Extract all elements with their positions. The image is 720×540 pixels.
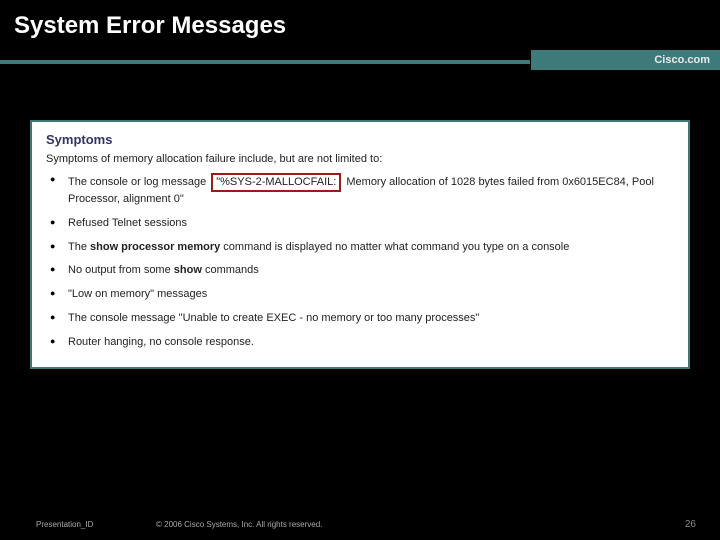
list-item: No output from some show commands bbox=[64, 263, 674, 278]
copyright-text: © 2006 Cisco Systems, Inc. All rights re… bbox=[156, 520, 685, 529]
header-rule: Cisco.com bbox=[0, 50, 720, 76]
list-text: command is displayed no matter what comm… bbox=[220, 241, 569, 253]
section-title: Symptoms bbox=[46, 132, 674, 147]
presentation-id: Presentation_ID bbox=[36, 520, 156, 529]
list-text: commands bbox=[202, 264, 259, 276]
highlight-box: "%SYS-2-MALLOCFAIL: bbox=[211, 173, 341, 192]
symptom-list: The console or log message "%SYS-2-MALLO… bbox=[46, 173, 674, 350]
list-item: The console message "Unable to create EX… bbox=[64, 311, 674, 326]
list-item: Router hanging, no console response. bbox=[64, 335, 674, 350]
command-text: show processor memory bbox=[90, 241, 220, 253]
brand-bar: Cisco.com bbox=[530, 50, 720, 70]
intro-text: Symptoms of memory allocation failure in… bbox=[46, 153, 674, 165]
content-panel: Symptoms Symptoms of memory allocation f… bbox=[30, 120, 690, 369]
list-item: The show processor memory command is dis… bbox=[64, 240, 674, 255]
footer: Presentation_ID © 2006 Cisco Systems, In… bbox=[0, 519, 720, 530]
list-text: The bbox=[68, 241, 90, 253]
list-item: The console or log message "%SYS-2-MALLO… bbox=[64, 173, 674, 207]
list-text: No output from some bbox=[68, 264, 174, 276]
slide-title: System Error Messages bbox=[0, 0, 720, 50]
page-number: 26 bbox=[685, 519, 696, 530]
list-item: Refused Telnet sessions bbox=[64, 216, 674, 231]
command-text: show bbox=[174, 264, 202, 276]
list-item: "Low on memory" messages bbox=[64, 287, 674, 302]
list-text: The console or log message bbox=[68, 176, 209, 188]
